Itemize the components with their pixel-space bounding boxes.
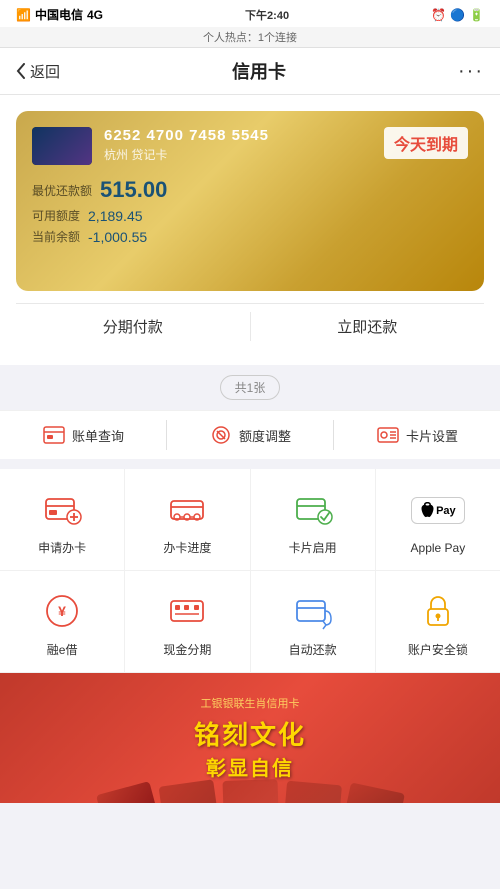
card-thumbnail xyxy=(32,127,92,165)
settings-label: 卡片设置 xyxy=(406,426,458,445)
bluetooth-icon: 🔵 xyxy=(450,8,465,22)
status-icons: ⏰ 🔵 🔋 xyxy=(431,8,484,22)
hotspot-bar: 个人热点：1个连接 xyxy=(0,27,500,48)
banner-sub: 工银银联生肖信用卡 xyxy=(194,695,306,711)
signal-icon: 📶 xyxy=(16,8,31,22)
rong-e-loan-label: 融e借 xyxy=(47,641,78,658)
balance-label: 当前余额 xyxy=(32,228,80,245)
repay-button[interactable]: 立即还款 xyxy=(251,304,485,349)
rong-e-loan-icon: ¥ xyxy=(40,589,84,633)
quick-actions: 账单查询 额度调整 卡片设置 xyxy=(0,410,500,459)
account-lock-label: 账户安全锁 xyxy=(408,641,468,658)
credit-card: 6252 4700 7458 5545 杭州 贷记卡 今天到期 最优还款额 51… xyxy=(16,111,484,291)
limit-label: 额度调整 xyxy=(239,426,291,445)
card-progress-icon xyxy=(165,487,209,531)
balance-value: -1,000.55 xyxy=(88,229,147,245)
available-label: 可用额度 xyxy=(32,207,80,224)
account-lock-icon xyxy=(416,589,460,633)
auto-repay-icon xyxy=(291,589,335,633)
balance-row: 当前余额 -1,000.55 xyxy=(32,228,468,245)
svg-text:¥: ¥ xyxy=(58,603,66,619)
limit-icon xyxy=(209,425,233,445)
grid-menu: 申请办卡 办卡进度 xyxy=(0,469,500,673)
grid-item-apply-card[interactable]: 申请办卡 xyxy=(0,469,125,570)
grid-item-installment[interactable]: 现金分期 xyxy=(125,571,250,672)
card-progress-label: 办卡进度 xyxy=(163,539,211,556)
battery-icon: 🔋 xyxy=(469,8,484,22)
apply-card-label: 申请办卡 xyxy=(38,539,86,556)
card-activate-icon xyxy=(291,487,335,531)
status-time: 下午2:40 xyxy=(245,7,289,23)
grid-row-1: 申请办卡 办卡进度 xyxy=(0,469,500,571)
auto-repay-label: 自动还款 xyxy=(289,641,337,658)
apple-pay-box: Pay xyxy=(411,497,465,524)
apple-pay-icon: Pay xyxy=(416,489,460,533)
back-chevron-icon xyxy=(16,63,26,79)
banner-title-2: 彰显自信 xyxy=(194,752,306,781)
promotional-banner[interactable]: 工银银联生肖信用卡 铭刻文化 彰显自信 xyxy=(0,673,500,803)
mini-card-2 xyxy=(158,779,217,803)
card-count-badge: 共1张 xyxy=(220,375,281,400)
available-row: 可用额度 2,189.45 xyxy=(32,207,468,224)
quick-action-limit[interactable]: 额度调整 xyxy=(167,411,333,459)
card-section: 6252 4700 7458 5545 杭州 贷记卡 今天到期 最优还款额 51… xyxy=(0,95,500,365)
grid-item-card-progress[interactable]: 办卡进度 xyxy=(125,469,250,570)
apple-pay-label: Apple Pay xyxy=(411,541,466,555)
alarm-icon: ⏰ xyxy=(431,8,446,22)
grid-row-2: ¥ 融e借 现金分期 xyxy=(0,571,500,673)
quick-action-bill[interactable]: 账单查询 xyxy=(0,411,166,459)
card-activate-label: 卡片启用 xyxy=(289,539,337,556)
quick-action-settings[interactable]: 卡片设置 xyxy=(334,411,500,459)
installment-icon xyxy=(165,589,209,633)
separator-1 xyxy=(0,459,500,469)
apply-card-icon xyxy=(40,487,84,531)
grid-item-card-activate[interactable]: 卡片启用 xyxy=(251,469,376,570)
bill-label: 账单查询 xyxy=(72,426,124,445)
card-details: 最优还款额 515.00 可用额度 2,189.45 当前余额 -1,000.5… xyxy=(32,177,468,245)
nav-bar: 返回 信用卡 ··· xyxy=(0,48,500,95)
grid-item-account-lock[interactable]: 账户安全锁 xyxy=(376,571,500,672)
page-title: 信用卡 xyxy=(232,58,286,84)
grid-item-rong-e-loan[interactable]: ¥ 融e借 xyxy=(0,571,125,672)
min-pay-label: 最优还款额 xyxy=(32,182,92,199)
banner-title-1: 铭刻文化 xyxy=(194,715,306,752)
mini-card-4 xyxy=(284,781,342,803)
grid-item-apple-pay[interactable]: Pay Apple Pay xyxy=(376,469,500,570)
min-pay-row: 最优还款额 515.00 xyxy=(32,177,468,203)
status-bar: 📶 中国电信 4G 下午2:40 ⏰ 🔵 🔋 xyxy=(0,0,500,27)
card-count: 共1张 xyxy=(0,365,500,410)
bill-icon xyxy=(42,425,66,445)
mini-card-5 xyxy=(343,782,404,803)
more-button[interactable]: ··· xyxy=(458,60,484,83)
back-button[interactable]: 返回 xyxy=(16,61,60,82)
mini-card-1 xyxy=(95,781,157,803)
settings-icon xyxy=(376,425,400,445)
installment-button[interactable]: 分期付款 xyxy=(16,304,250,349)
grid-item-auto-repay[interactable]: 自动还款 xyxy=(251,571,376,672)
card-actions: 分期付款 立即还款 xyxy=(16,303,484,349)
banner-cards xyxy=(0,778,500,803)
mini-card-3 xyxy=(222,779,278,803)
min-pay-value: 515.00 xyxy=(100,177,167,203)
available-value: 2,189.45 xyxy=(88,208,143,224)
status-carrier: 📶 中国电信 4G xyxy=(16,6,103,23)
due-label: 今天到期 xyxy=(384,127,468,159)
installment-label: 现金分期 xyxy=(163,641,211,658)
